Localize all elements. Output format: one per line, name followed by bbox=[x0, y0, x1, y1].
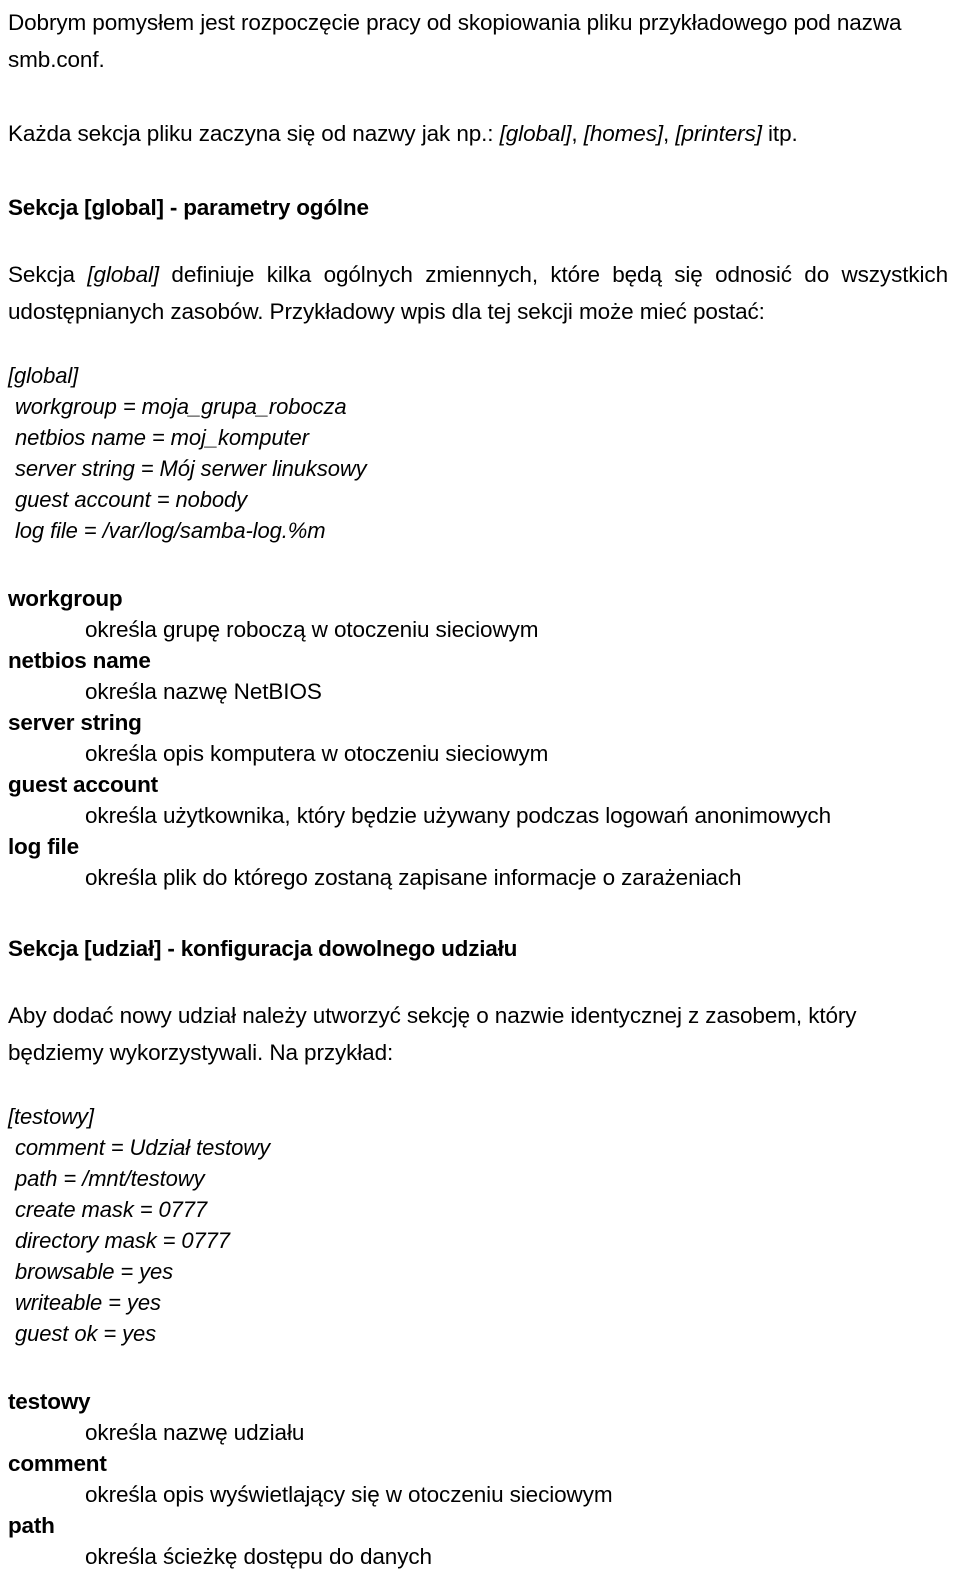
intro-paragraph-2-pre: Każda sekcja pliku zaczyna się od nazwy … bbox=[8, 121, 500, 146]
code-line: path = /mnt/testowy bbox=[15, 1166, 205, 1191]
section-global-body-pre: Sekcja bbox=[8, 262, 88, 287]
inline-section-name-global: [global] bbox=[87, 262, 160, 287]
definition-term: netbios name bbox=[8, 648, 151, 673]
intro-paragraph-1: Dobrym pomysłem jest rozpoczęcie pracy o… bbox=[8, 10, 902, 72]
code-line: workgroup = moja_grupa_robocza bbox=[15, 394, 347, 419]
code-line: [global] bbox=[8, 363, 79, 388]
definition-description: określa nazwę udziału bbox=[85, 1420, 305, 1445]
definition-description: określa ścieżkę dostępu do danych bbox=[85, 1544, 432, 1569]
document-content: Dobrym pomysłem jest rozpoczęcie pracy o… bbox=[8, 4, 948, 1572]
heading-section-global: Sekcja [global] - parametry ogólne bbox=[8, 195, 369, 220]
code-line: create mask = 0777 bbox=[15, 1197, 208, 1222]
document-page: Dobrym pomysłem jest rozpoczęcie pracy o… bbox=[0, 0, 960, 1569]
definition-description: określa nazwę NetBIOS bbox=[85, 679, 322, 704]
section-name-global: [global] bbox=[499, 121, 572, 146]
definition-description: określa opis wyświetlający się w otoczen… bbox=[85, 1482, 613, 1507]
code-line: netbios name = moj_komputer bbox=[15, 425, 309, 450]
definition-term: testowy bbox=[8, 1389, 91, 1414]
code-line: [testowy] bbox=[8, 1104, 94, 1129]
intro-paragraph-2-post: itp. bbox=[761, 121, 798, 146]
intro-paragraph-2: Każda sekcja pliku zaczyna się od nazwy … bbox=[8, 115, 948, 152]
definition-term: server string bbox=[8, 710, 142, 735]
section-global-body: Sekcja [global] definiuje kilka ogólnych… bbox=[8, 256, 948, 330]
definition-description: określa grupę roboczą w otoczeniu siecio… bbox=[85, 617, 539, 642]
code-line: guest ok = yes bbox=[15, 1321, 157, 1346]
definition-list-global: workgroup określa grupę roboczą w otocze… bbox=[8, 583, 948, 893]
code-line: comment = Udział testowy bbox=[15, 1135, 270, 1160]
definition-term: comment bbox=[8, 1451, 107, 1476]
code-line: browsable = yes bbox=[15, 1259, 174, 1284]
code-block-global: [global] workgroup = moja_grupa_robocza … bbox=[8, 360, 948, 546]
definition-term: log file bbox=[8, 834, 79, 859]
section-share-body: Aby dodać nowy udział należy utworzyć se… bbox=[8, 1003, 857, 1065]
definition-description: określa plik do którego zostaną zapisane… bbox=[85, 865, 742, 890]
code-line: guest account = nobody bbox=[15, 487, 248, 512]
intro-separator-1: , bbox=[571, 121, 584, 146]
section-name-homes: [homes] bbox=[583, 121, 664, 146]
code-line: log file = /var/log/samba-log.%m bbox=[15, 518, 326, 543]
heading-section-share: Sekcja [udział] - konfiguracja dowolnego… bbox=[8, 936, 518, 961]
definition-description: określa opis komputera w otoczeniu sieci… bbox=[85, 741, 549, 766]
definition-list-share: testowy określa nazwę udziału comment ok… bbox=[8, 1386, 948, 1572]
code-block-share: [testowy] comment = Udział testowy path … bbox=[8, 1101, 948, 1349]
code-line: server string = Mój serwer linuksowy bbox=[15, 456, 367, 481]
definition-description: określa użytkownika, który będzie używan… bbox=[85, 803, 831, 828]
definition-term: path bbox=[8, 1513, 55, 1538]
code-line: writeable = yes bbox=[15, 1290, 161, 1315]
definition-term: workgroup bbox=[8, 586, 123, 611]
code-line: directory mask = 0777 bbox=[15, 1228, 230, 1253]
section-name-printers: [printers] bbox=[675, 121, 762, 146]
definition-term: guest account bbox=[8, 772, 158, 797]
intro-separator-2: , bbox=[663, 121, 676, 146]
